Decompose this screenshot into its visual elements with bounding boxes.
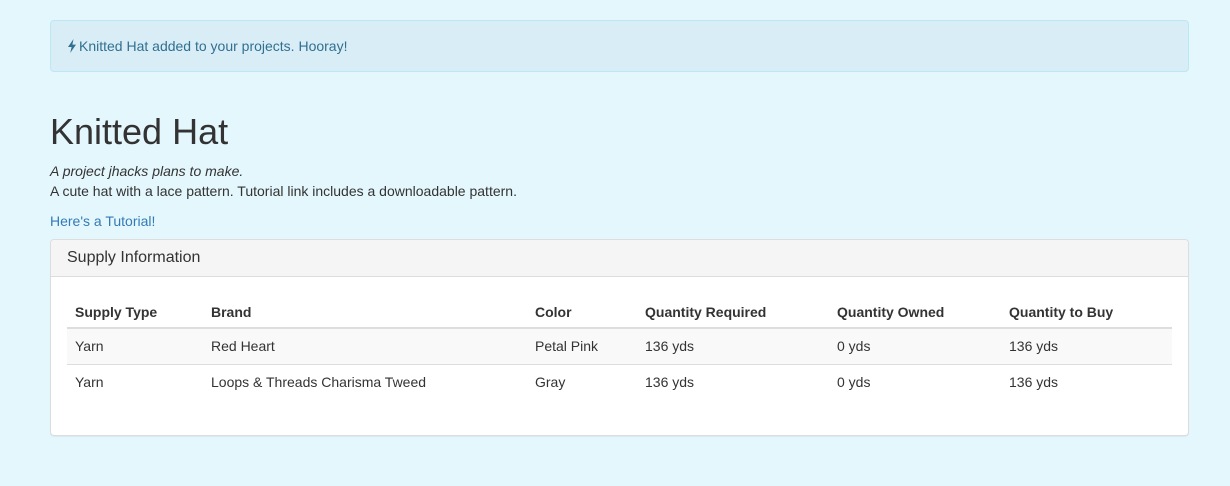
- page-container: Knitted Hat added to your projects. Hoor…: [50, 20, 1189, 436]
- page-title: Knitted Hat: [50, 111, 229, 152]
- cell-quantity-to-buy: 136 yds: [1001, 327, 1172, 364]
- cell-brand: Red Heart: [203, 327, 527, 364]
- column-header-quantity-required: Quantity Required: [637, 292, 829, 329]
- cell-quantity-owned: 0 yds: [829, 327, 1001, 364]
- column-header-brand: Brand: [203, 292, 527, 329]
- alert-message: Knitted Hat added to your projects. Hoor…: [79, 38, 348, 54]
- column-header-quantity-owned: Quantity Owned: [829, 292, 1001, 329]
- panel-heading: Supply Information: [51, 240, 1188, 277]
- panel-body: Supply Type Brand Color Quantity Require…: [51, 277, 1188, 415]
- column-header-color: Color: [527, 292, 637, 329]
- project-subtitle: A project jhacks plans to make.: [50, 163, 244, 179]
- project-description: A cute hat with a lace pattern. Tutorial…: [50, 183, 517, 199]
- flash-icon: [68, 39, 76, 53]
- table-row: Yarn Loops & Threads Charisma Tweed Gray…: [67, 363, 1172, 400]
- supply-information-panel: Supply Information Supply Type Brand Col…: [50, 239, 1189, 436]
- table-header-row: Supply Type Brand Color Quantity Require…: [67, 292, 1172, 329]
- cell-quantity-required: 136 yds: [637, 363, 829, 400]
- success-alert: Knitted Hat added to your projects. Hoor…: [50, 20, 1189, 72]
- cell-supply-type: Yarn: [67, 363, 203, 400]
- cell-quantity-to-buy: 136 yds: [1001, 363, 1172, 400]
- tutorial-link[interactable]: Here's a Tutorial!: [50, 211, 155, 231]
- column-header-quantity-to-buy: Quantity to Buy: [1001, 292, 1172, 329]
- cell-quantity-required: 136 yds: [637, 327, 829, 364]
- column-header-supply-type: Supply Type: [67, 292, 203, 329]
- cell-supply-type: Yarn: [67, 327, 203, 364]
- cell-brand: Loops & Threads Charisma Tweed: [203, 363, 527, 400]
- cell-quantity-owned: 0 yds: [829, 363, 1001, 400]
- supply-table: Supply Type Brand Color Quantity Require…: [67, 292, 1172, 400]
- cell-color: Gray: [527, 363, 637, 400]
- cell-color: Petal Pink: [527, 327, 637, 364]
- table-row: Yarn Red Heart Petal Pink 136 yds 0 yds …: [67, 327, 1172, 364]
